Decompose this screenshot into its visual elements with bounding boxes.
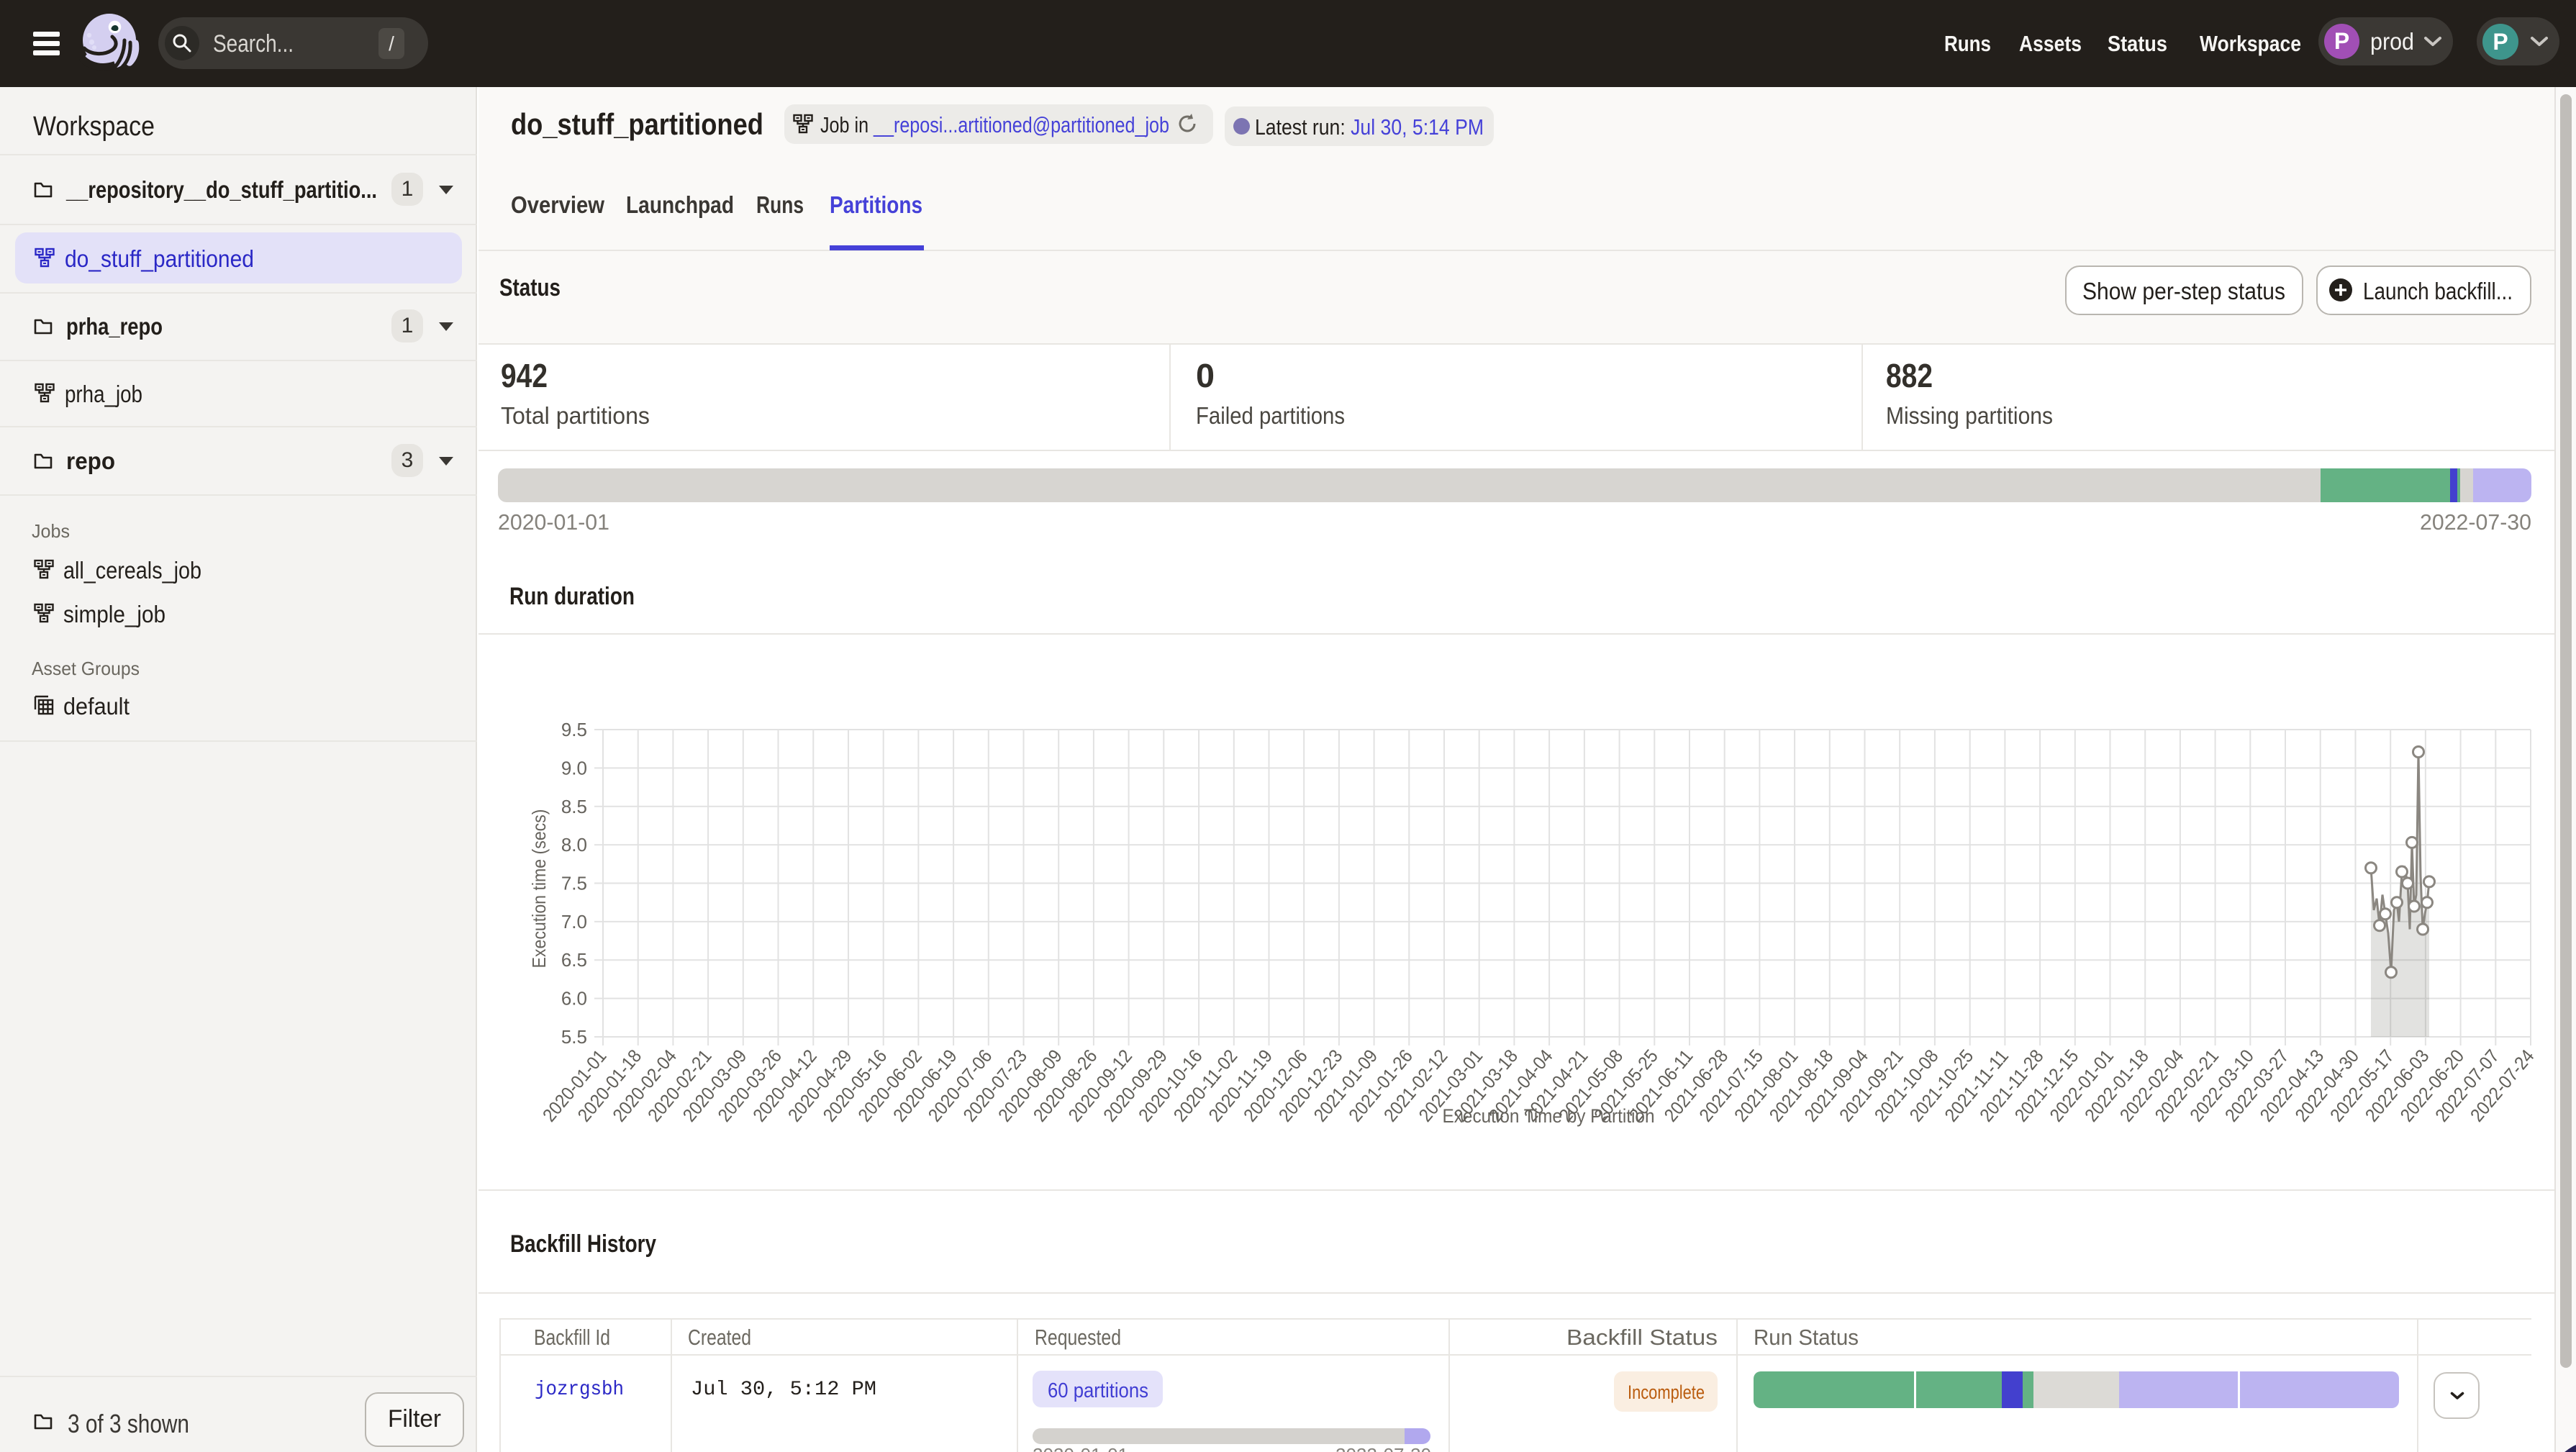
svg-text:Execution Time by Partition: Execution Time by Partition	[1443, 1105, 1655, 1127]
svg-text:7.0: 7.0	[561, 911, 587, 933]
svg-text:5.5: 5.5	[561, 1026, 587, 1048]
svg-text:6.5: 6.5	[561, 949, 587, 971]
svg-text:9.0: 9.0	[561, 757, 587, 779]
svg-text:6.0: 6.0	[561, 988, 587, 1009]
svg-text:Execution time (secs): Execution time (secs)	[528, 809, 550, 968]
svg-text:7.5: 7.5	[561, 873, 587, 894]
svg-text:8.0: 8.0	[561, 834, 587, 856]
svg-text:8.5: 8.5	[561, 796, 587, 817]
svg-text:9.5: 9.5	[561, 719, 587, 740]
